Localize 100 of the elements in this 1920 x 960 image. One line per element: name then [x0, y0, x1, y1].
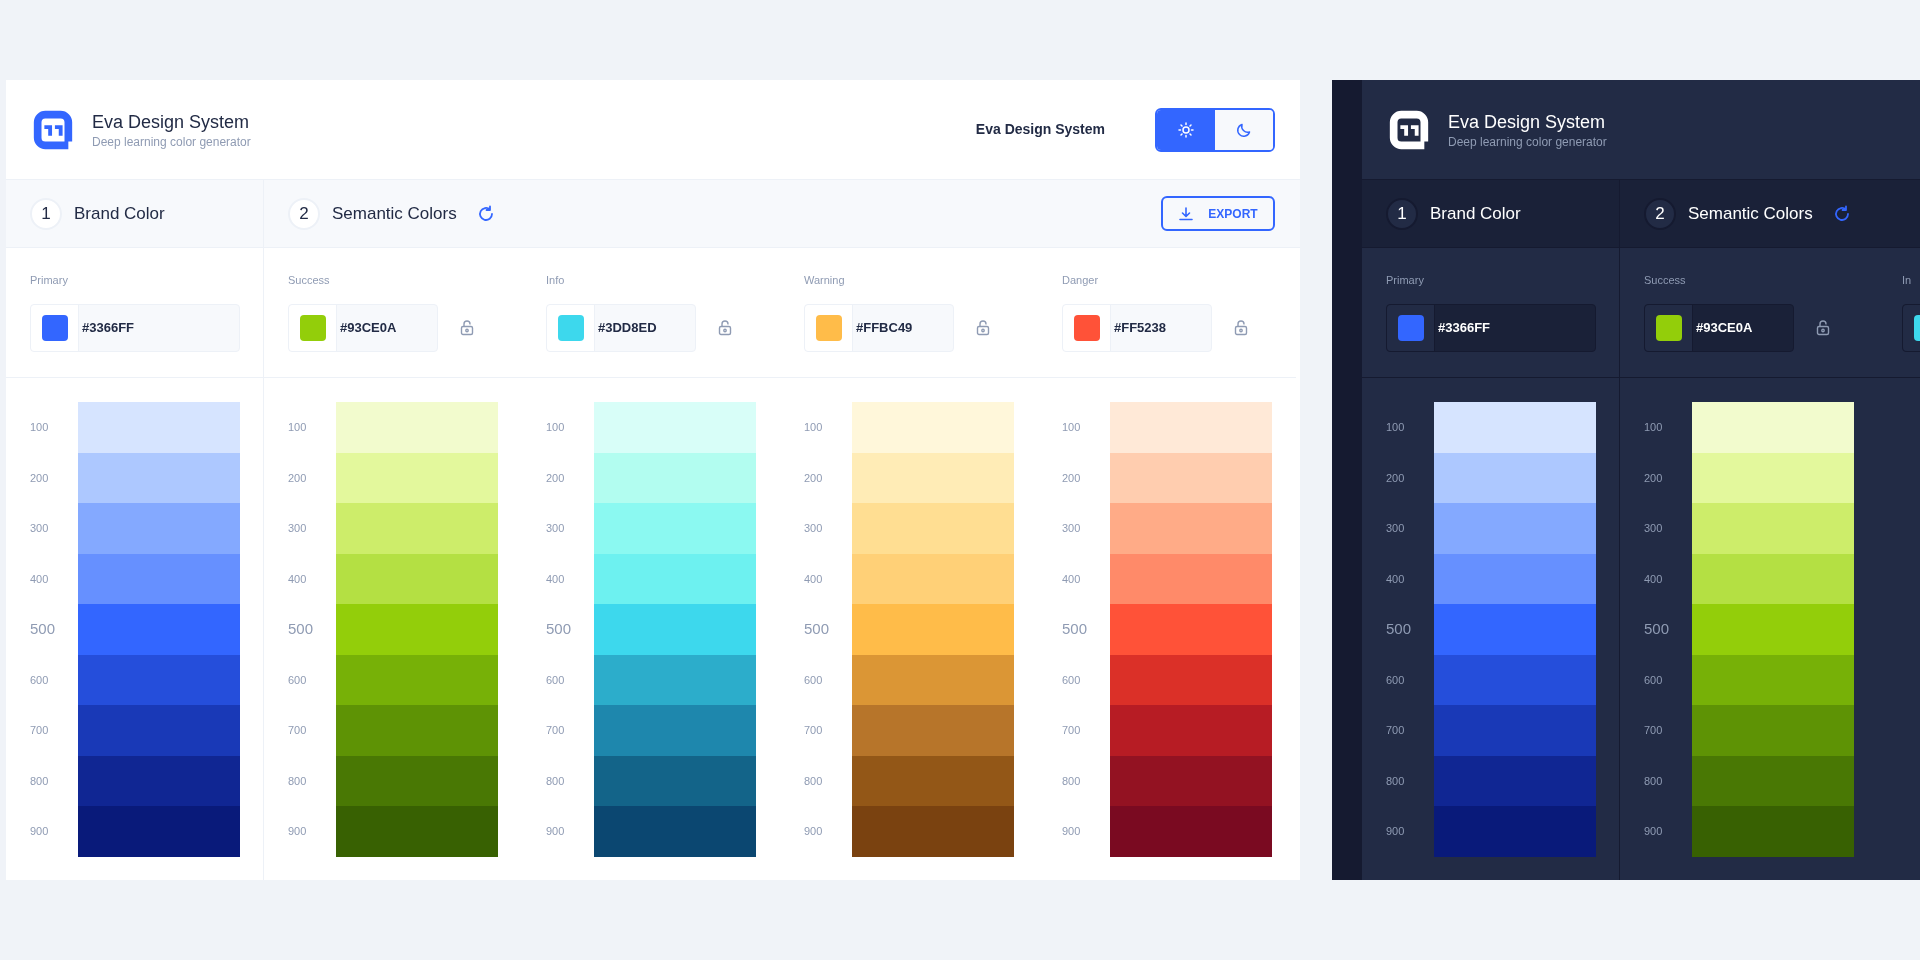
shade-number: 600 — [30, 672, 50, 688]
shade-number: 300 — [1386, 521, 1406, 536]
shade-number: 200 — [546, 470, 566, 486]
shade-number: 300 — [546, 521, 566, 536]
app-subtitle: Deep learning color generator — [92, 133, 251, 150]
hex-input-field[interactable]: #3366FF — [1386, 304, 1596, 352]
shade-number: 900 — [30, 824, 50, 839]
theme-toggle-button[interactable] — [1215, 109, 1273, 150]
shade-number: 500 — [288, 619, 315, 639]
unlock-icon[interactable] — [1816, 320, 1830, 336]
shade-number: 900 — [804, 824, 824, 839]
shade-number: 100 — [1644, 420, 1664, 435]
shade-number: 700 — [1062, 723, 1082, 738]
unlock-icon[interactable] — [718, 320, 732, 336]
shade-number: 500 — [1062, 619, 1089, 639]
unlock-icon[interactable] — [1234, 320, 1248, 336]
shade-number: 300 — [30, 521, 50, 536]
shade-number: 700 — [804, 723, 824, 738]
shade-number: 800 — [1062, 773, 1082, 789]
unlock-icon[interactable] — [976, 320, 990, 336]
shade-number: 700 — [1386, 723, 1406, 738]
shade-number: 500 — [804, 619, 831, 639]
app-subtitle: Deep learning color generator — [1448, 133, 1607, 150]
color-label: Success — [288, 273, 331, 288]
shade-number: 600 — [804, 672, 824, 688]
shade-number: 600 — [546, 672, 566, 688]
shade-number: 400 — [546, 571, 566, 587]
shade-number: 700 — [288, 723, 308, 738]
color-label: Danger — [1062, 273, 1100, 288]
sun-icon — [1178, 121, 1194, 138]
shade-number: 900 — [1062, 824, 1082, 839]
shade-number: 900 — [1644, 824, 1664, 839]
shade-number: 800 — [1386, 773, 1406, 789]
shade-number: 800 — [288, 773, 308, 789]
color-label: Primary — [1386, 273, 1425, 288]
shade-number: 200 — [1644, 470, 1664, 486]
color-label: Warning — [804, 273, 846, 288]
color-label: In — [1902, 273, 1913, 288]
step-title: Brand Color — [1430, 202, 1521, 225]
shade-number: 200 — [804, 470, 824, 486]
shade-number: 500 — [30, 619, 57, 639]
color-swatch[interactable] — [1397, 315, 1424, 341]
color-swatch[interactable] — [1655, 315, 1682, 341]
hex-input-field[interactable]: #93CE0A — [288, 304, 438, 352]
export-button[interactable]: EXPORT — [1161, 196, 1275, 231]
shade-number: 600 — [1062, 672, 1082, 688]
shade-number: 600 — [1386, 672, 1406, 688]
shade-number: 400 — [30, 571, 50, 587]
shade-number: 800 — [1644, 773, 1664, 789]
shade-number: 100 — [30, 420, 50, 435]
shade-number: 200 — [30, 470, 50, 486]
step-number: 2 — [288, 197, 320, 230]
color-swatch[interactable] — [41, 315, 68, 341]
shade-number: 500 — [1386, 619, 1413, 639]
shade-number: 400 — [1386, 571, 1406, 587]
color-label: Info — [546, 273, 566, 288]
shade-number: 500 — [1644, 619, 1671, 639]
unlock-icon[interactable] — [460, 320, 474, 336]
color-label: Success — [1644, 273, 1687, 288]
step-number: 1 — [1386, 197, 1418, 230]
shade-number: 100 — [1386, 420, 1406, 435]
step-title: Semantic Colors — [1688, 202, 1813, 225]
color-label: Primary — [30, 273, 69, 288]
shade-number: 200 — [1386, 470, 1406, 486]
shade-number: 700 — [546, 723, 566, 738]
step-title: Semantic Colors — [332, 202, 457, 225]
shade-number: 600 — [1644, 672, 1664, 688]
shade-number: 400 — [288, 571, 308, 587]
color-swatch[interactable] — [1073, 315, 1100, 341]
color-swatch[interactable] — [299, 315, 326, 341]
hex-input-field[interactable]: #93CE0A — [1644, 304, 1794, 352]
shade-number: 900 — [1386, 824, 1406, 839]
shade-number: 100 — [288, 420, 308, 435]
moon-icon — [1236, 121, 1252, 138]
shade-number: 300 — [1644, 521, 1664, 536]
shade-number: 300 — [288, 521, 308, 536]
color-swatch[interactable] — [557, 315, 584, 341]
app-title: Eva Design System — [92, 110, 251, 134]
shade-number: 200 — [288, 470, 308, 486]
shade-number: 600 — [288, 672, 308, 688]
nav-text: Eva Design System — [975, 120, 1105, 139]
shade-number: 100 — [1062, 420, 1082, 435]
app-title: Eva Design System — [1448, 110, 1607, 134]
shade-number: 400 — [1644, 571, 1664, 587]
shade-number: 900 — [288, 824, 308, 839]
hex-input-field[interactable]: #3DD8ED — [546, 304, 696, 352]
step-number: 2 — [1644, 197, 1676, 230]
color-swatch[interactable] — [815, 315, 842, 341]
step-number: 1 — [30, 197, 62, 230]
hex-input-field[interactable]: #FFBC49 — [804, 304, 954, 352]
shade-number: 800 — [804, 773, 824, 789]
step-title: Brand Color — [74, 202, 165, 225]
shade-number: 200 — [1062, 470, 1082, 486]
theme-toggle-button[interactable] — [1157, 109, 1215, 150]
hex-input-field[interactable]: #3366FF — [30, 304, 240, 352]
refresh-icon[interactable] — [476, 204, 495, 223]
refresh-icon[interactable] — [1832, 204, 1851, 223]
shade-number: 800 — [546, 773, 566, 789]
hex-input-field[interactable]: #FF5238 — [1062, 304, 1212, 352]
shade-number: 700 — [1644, 723, 1664, 738]
